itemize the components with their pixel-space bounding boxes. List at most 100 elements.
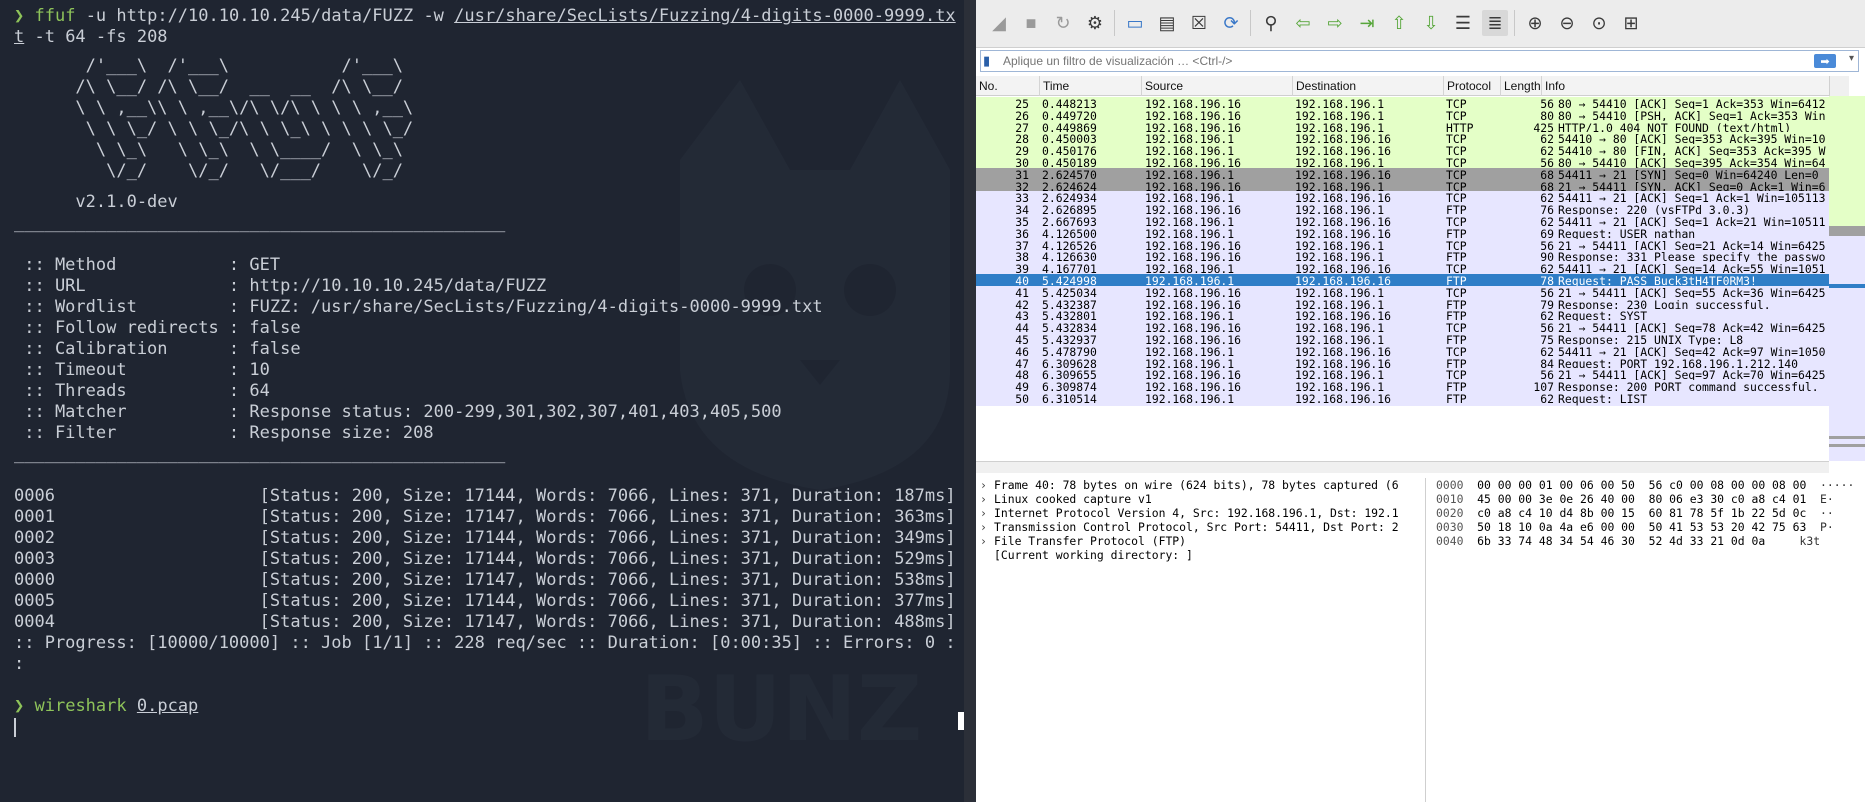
- close-file-icon[interactable]: ☒: [1186, 10, 1212, 36]
- text-cursor: [14, 717, 16, 737]
- packet-list[interactable]: No. Time Source Destination Protocol Len…: [976, 76, 1849, 461]
- packet-list-hscrollbar[interactable]: [976, 461, 1829, 473]
- config-line: :: Calibration : false: [14, 339, 301, 359]
- save-file-icon[interactable]: ▤: [1154, 10, 1180, 36]
- result-line: 0005 [Status: 200, Size: 17144, Words: 7…: [14, 591, 956, 611]
- packet-cell-time: 6.310514: [1042, 392, 1097, 406]
- chevron-down-icon[interactable]: ▾: [1849, 53, 1854, 64]
- terminal-window[interactable]: BUNZ ❯ ffuf -u http://10.10.10.245/data/…: [0, 0, 964, 802]
- wireshark-window[interactable]: ◢ ■ ↻ ⚙ ▭ ▤ ☒ ⟳ ⚲ ⇦ ⇨ ⇥ ⇧ ⇩ ☰ ≣ ⊕ ⊖ ⊙ ⊞ …: [976, 0, 1865, 802]
- go-to-packet-icon[interactable]: ⇥: [1354, 10, 1380, 36]
- packet-minimap[interactable]: [1829, 96, 1865, 461]
- toolbar-separator: [1114, 10, 1115, 36]
- packet-cell-proto: FTP: [1446, 392, 1467, 406]
- column-header-destination[interactable]: Destination: [1293, 76, 1444, 96]
- command-name: wireshark: [34, 696, 127, 716]
- hex-off: 0000: [1436, 478, 1478, 492]
- packet-details-pane[interactable]: › Frame 40: 78 bytes on wire (624 bits), …: [976, 478, 1426, 802]
- detail-text: Internet Protocol Version 4, Src: 192.16…: [994, 506, 1399, 520]
- detail-tree-item[interactable]: › File Transfer Protocol (FTP): [976, 534, 1425, 548]
- config-line: :: URL : http://10.10.10.245/data/FUZZ: [14, 276, 547, 296]
- first-packet-icon[interactable]: ⇧: [1386, 10, 1412, 36]
- arrow-right-icon[interactable]: ➡: [1814, 54, 1836, 68]
- command-args-cont: -t 64 -fs 208: [24, 27, 168, 47]
- hex-dump-line: 0030 50 18 10 0a 4a e6 00 00 50 41 53 53…: [1428, 520, 1865, 534]
- hex-asc: ··: [1806, 506, 1834, 520]
- config-line: :: Follow redirects : false: [14, 318, 301, 338]
- main-toolbar: ◢ ■ ↻ ⚙ ▭ ▤ ☒ ⟳ ⚲ ⇦ ⇨ ⇥ ⇧ ⇩ ☰ ≣ ⊕ ⊖ ⊙ ⊞: [976, 0, 1865, 48]
- input-line[interactable]: [14, 717, 956, 738]
- find-packet-icon[interactable]: ⚲: [1258, 10, 1284, 36]
- packet-row[interactable]: 50 6.310514 192.168.196.1 192.168.196.16 FTP…: [976, 392, 1849, 406]
- detail-tree-item[interactable]: › Internet Protocol Version 4, Src: 192.1…: [976, 506, 1425, 520]
- column-header-protocol[interactable]: Protocol: [1444, 76, 1501, 96]
- chevron-right-icon[interactable]: ›: [980, 492, 994, 506]
- toolbar-separator: [1514, 10, 1515, 36]
- result-line: 0006 [Status: 200, Size: 17144, Words: 7…: [14, 486, 956, 506]
- zoom-out-icon[interactable]: ⊖: [1554, 10, 1580, 36]
- zoom-reset-icon[interactable]: ⊙: [1586, 10, 1612, 36]
- hex-asc: k3t: [1765, 534, 1821, 548]
- shark-fin-start-icon[interactable]: ◢: [986, 10, 1012, 36]
- detail-tree-item[interactable]: › Linux cooked capture v1: [976, 492, 1425, 506]
- column-header-no[interactable]: No.: [976, 76, 1040, 96]
- bookmark-icon[interactable]: ▮: [983, 53, 995, 69]
- capture-options-icon[interactable]: ⚙: [1082, 10, 1108, 36]
- config-line: :: Threads : 64: [14, 381, 270, 401]
- go-back-icon[interactable]: ⇦: [1290, 10, 1316, 36]
- hex-asc: P·: [1806, 520, 1834, 534]
- display-filter-input[interactable]: [1001, 52, 1781, 70]
- pane-divider[interactable]: [964, 0, 976, 802]
- detail-tree-item[interactable]: › Transmission Control Protocol, Src Port…: [976, 520, 1425, 534]
- chevron-right-icon[interactable]: ›: [980, 506, 994, 520]
- detail-tree-item[interactable]: [Current working directory: ]: [976, 548, 1425, 562]
- restart-capture-icon[interactable]: ↻: [1050, 10, 1076, 36]
- detail-text: File Transfer Protocol (FTP): [994, 534, 1187, 548]
- prompt-symbol: ❯: [14, 6, 25, 26]
- hex-hex: 50 18 10 0a 4a e6 00 00 50 41 53 53 20 4…: [1477, 520, 1807, 534]
- chevron-right-icon[interactable]: ›: [980, 478, 994, 492]
- detail-tree-item[interactable]: › Frame 40: 78 bytes on wire (624 bits), …: [976, 478, 1425, 492]
- config-line: :: Timeout : 10: [14, 360, 270, 380]
- chevron-right-icon[interactable]: ›: [980, 520, 994, 534]
- packet-bytes-pane[interactable]: 0000 00 00 00 01 00 06 00 50 56 c0 00 08…: [1428, 478, 1865, 802]
- packet-cell-len: 62: [1540, 392, 1554, 406]
- detail-text: Frame 40: 78 bytes on wire (624 bits), 7…: [994, 478, 1399, 492]
- detail-text: Linux cooked capture v1: [994, 492, 1152, 506]
- chevron-right-icon[interactable]: ›: [980, 534, 994, 548]
- column-header-length[interactable]: Length: [1501, 76, 1542, 96]
- command-name: ffuf: [34, 6, 76, 26]
- column-header-time[interactable]: Time: [1040, 76, 1142, 96]
- resize-columns-icon[interactable]: ⊞: [1618, 10, 1644, 36]
- hex-off: 0020: [1436, 506, 1478, 520]
- command-args: -u http://10.10.10.245/data/FUZZ -w: [75, 6, 455, 26]
- column-header-info[interactable]: Info: [1542, 76, 1849, 96]
- go-forward-icon[interactable]: ⇨: [1322, 10, 1348, 36]
- packet-cell-no: 50: [1015, 392, 1029, 406]
- toolbar-separator: [1250, 10, 1251, 36]
- hex-off: 0040: [1436, 534, 1478, 548]
- wordlist-path: /usr/share/SecLists/Fuzzing/4-digits-000…: [454, 6, 956, 26]
- prompt-symbol: ❯: [14, 696, 25, 716]
- result-line: 0003 [Status: 200, Size: 17144, Words: 7…: [14, 549, 956, 569]
- separator-bottom: ________________________________________…: [14, 444, 506, 464]
- display-filter-bar[interactable]: ▮ ➡ ▾: [980, 50, 1859, 72]
- command-line-2: t -t 64 -fs 208: [14, 27, 956, 48]
- ffuf-banner: /'___\ /'___\ /'___\ /\ \__/ /\ \__/ __ …: [75, 56, 414, 181]
- column-header-source[interactable]: Source: [1142, 76, 1293, 96]
- progress-line: :: Progress: [10000/10000] :: Job [1/1] …: [14, 633, 956, 653]
- stop-capture-icon[interactable]: ■: [1018, 10, 1044, 36]
- reload-file-icon[interactable]: ⟳: [1218, 10, 1244, 36]
- zoom-in-icon[interactable]: ⊕: [1522, 10, 1548, 36]
- version-text: v2.1.0-dev: [14, 192, 178, 212]
- colorize-icon[interactable]: ≣: [1482, 10, 1508, 36]
- packet-list-header: No. Time Source Destination Protocol Len…: [976, 76, 1849, 96]
- hex-dump-line: 0000 00 00 00 01 00 06 00 50 56 c0 00 08…: [1428, 478, 1865, 492]
- last-packet-icon[interactable]: ⇩: [1418, 10, 1444, 36]
- hex-hex: 45 00 00 3e 0e 26 40 00 80 06 e3 30 c0 a…: [1477, 492, 1807, 506]
- open-file-icon[interactable]: ▭: [1122, 10, 1148, 36]
- detail-text: [Current working directory: ]: [994, 548, 1193, 562]
- autoscroll-icon[interactable]: ☰: [1450, 10, 1476, 36]
- result-line: 0002 [Status: 200, Size: 17144, Words: 7…: [14, 528, 956, 548]
